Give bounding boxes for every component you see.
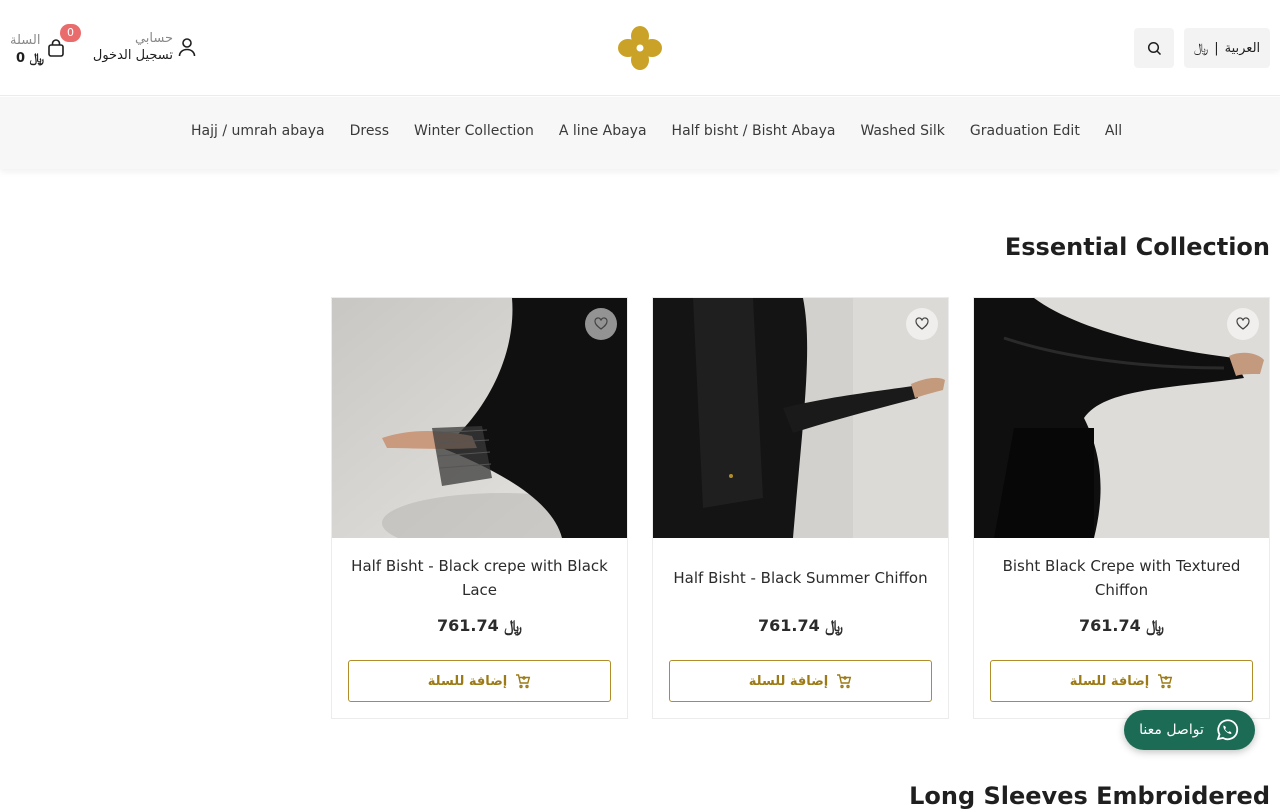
- whatsapp-icon: [1216, 719, 1238, 741]
- login-link[interactable]: تسجيل الدخول: [93, 48, 173, 63]
- product-photo: [332, 298, 627, 538]
- add-to-cart-label: إضافة للسلة: [427, 673, 508, 689]
- cart-label: السلة: [10, 33, 41, 48]
- product-name[interactable]: Bisht Black Crepe with Textured Chiffon: [986, 554, 1257, 602]
- product-price: 761.74 ﷼: [1078, 616, 1165, 635]
- cart-icon: [48, 39, 64, 57]
- product-card[interactable]: Half Bisht - Black crepe with Black Lace…: [331, 297, 628, 719]
- nav-item-winter-collection[interactable]: Winter Collection: [414, 123, 534, 139]
- category-nav: Hajj / umrah abaya Dress Winter Collecti…: [0, 97, 1280, 169]
- nav-item-washed-silk[interactable]: Washed Silk: [860, 123, 944, 139]
- add-cart-icon: [837, 674, 852, 689]
- product-name[interactable]: Half Bisht - Black Summer Chiffon: [665, 554, 936, 602]
- site-header: السلة 0 ﷼ 0 حسابي تسجيل الدخول ﷼ | العرب…: [0, 0, 1280, 96]
- language-currency-button[interactable]: ﷼ | العربية: [1184, 28, 1270, 68]
- cart-total: 0 ﷼: [16, 51, 44, 66]
- category-nav-list: Hajj / umrah abaya Dress Winter Collecti…: [191, 123, 1122, 139]
- user-icon: [178, 38, 196, 57]
- wishlist-button[interactable]: [1227, 308, 1259, 340]
- product-price: 761.74 ﷼: [757, 616, 844, 635]
- add-to-cart-label: إضافة للسلة: [1069, 673, 1150, 689]
- account-title: حسابي: [134, 31, 173, 46]
- nav-item-half-bisht[interactable]: Half bisht / Bisht Abaya: [672, 123, 836, 139]
- product-image[interactable]: [653, 298, 948, 538]
- account-link[interactable]: حسابي تسجيل الدخول: [84, 28, 200, 68]
- add-to-cart-button[interactable]: إضافة للسلة: [990, 660, 1253, 702]
- heart-icon: [594, 317, 608, 330]
- product-image[interactable]: [332, 298, 627, 538]
- heart-icon: [915, 317, 929, 330]
- product-photo: [974, 298, 1269, 538]
- wishlist-button[interactable]: [906, 308, 938, 340]
- section-title: Long Sleeves Embroidered: [909, 782, 1270, 810]
- nav-item-hajj-umrah-abaya[interactable]: Hajj / umrah abaya: [191, 123, 325, 139]
- wishlist-button[interactable]: [585, 308, 617, 340]
- separator: |: [1214, 40, 1219, 56]
- product-name[interactable]: Half Bisht - Black crepe with Black Lace: [344, 554, 615, 602]
- language-label: العربية: [1224, 40, 1261, 56]
- nav-item-a-line-abaya[interactable]: A line Abaya: [559, 123, 647, 139]
- cart-button[interactable]: السلة 0 ﷼ 0: [10, 24, 81, 70]
- nav-item-dress[interactable]: Dress: [350, 123, 389, 139]
- product-price: 761.74 ﷼: [436, 616, 523, 635]
- add-cart-icon: [1158, 674, 1173, 689]
- product-photo: [653, 298, 948, 538]
- product-card[interactable]: Half Bisht - Black Summer Chiffon 761.74…: [652, 297, 949, 719]
- whatsapp-chat-button[interactable]: تواصل معنا: [1124, 710, 1255, 750]
- add-to-cart-button[interactable]: إضافة للسلة: [669, 660, 932, 702]
- search-button[interactable]: [1134, 28, 1174, 68]
- section-title: Essential Collection: [1004, 233, 1270, 261]
- chat-label: تواصل معنا: [1139, 722, 1204, 738]
- heart-icon: [1236, 317, 1250, 330]
- product-card[interactable]: Bisht Black Crepe with Textured Chiffon …: [973, 297, 1270, 719]
- search-icon: [1147, 41, 1161, 55]
- nav-item-graduation-edit[interactable]: Graduation Edit: [970, 123, 1080, 139]
- currency-symbol: ﷼: [1193, 40, 1209, 56]
- nav-item-all[interactable]: All: [1105, 123, 1122, 139]
- add-cart-icon: [516, 674, 531, 689]
- logo-icon[interactable]: [616, 24, 664, 72]
- add-to-cart-label: إضافة للسلة: [748, 673, 829, 689]
- product-image[interactable]: [974, 298, 1269, 538]
- add-to-cart-button[interactable]: إضافة للسلة: [348, 660, 611, 702]
- cart-count-badge: 0: [60, 24, 81, 42]
